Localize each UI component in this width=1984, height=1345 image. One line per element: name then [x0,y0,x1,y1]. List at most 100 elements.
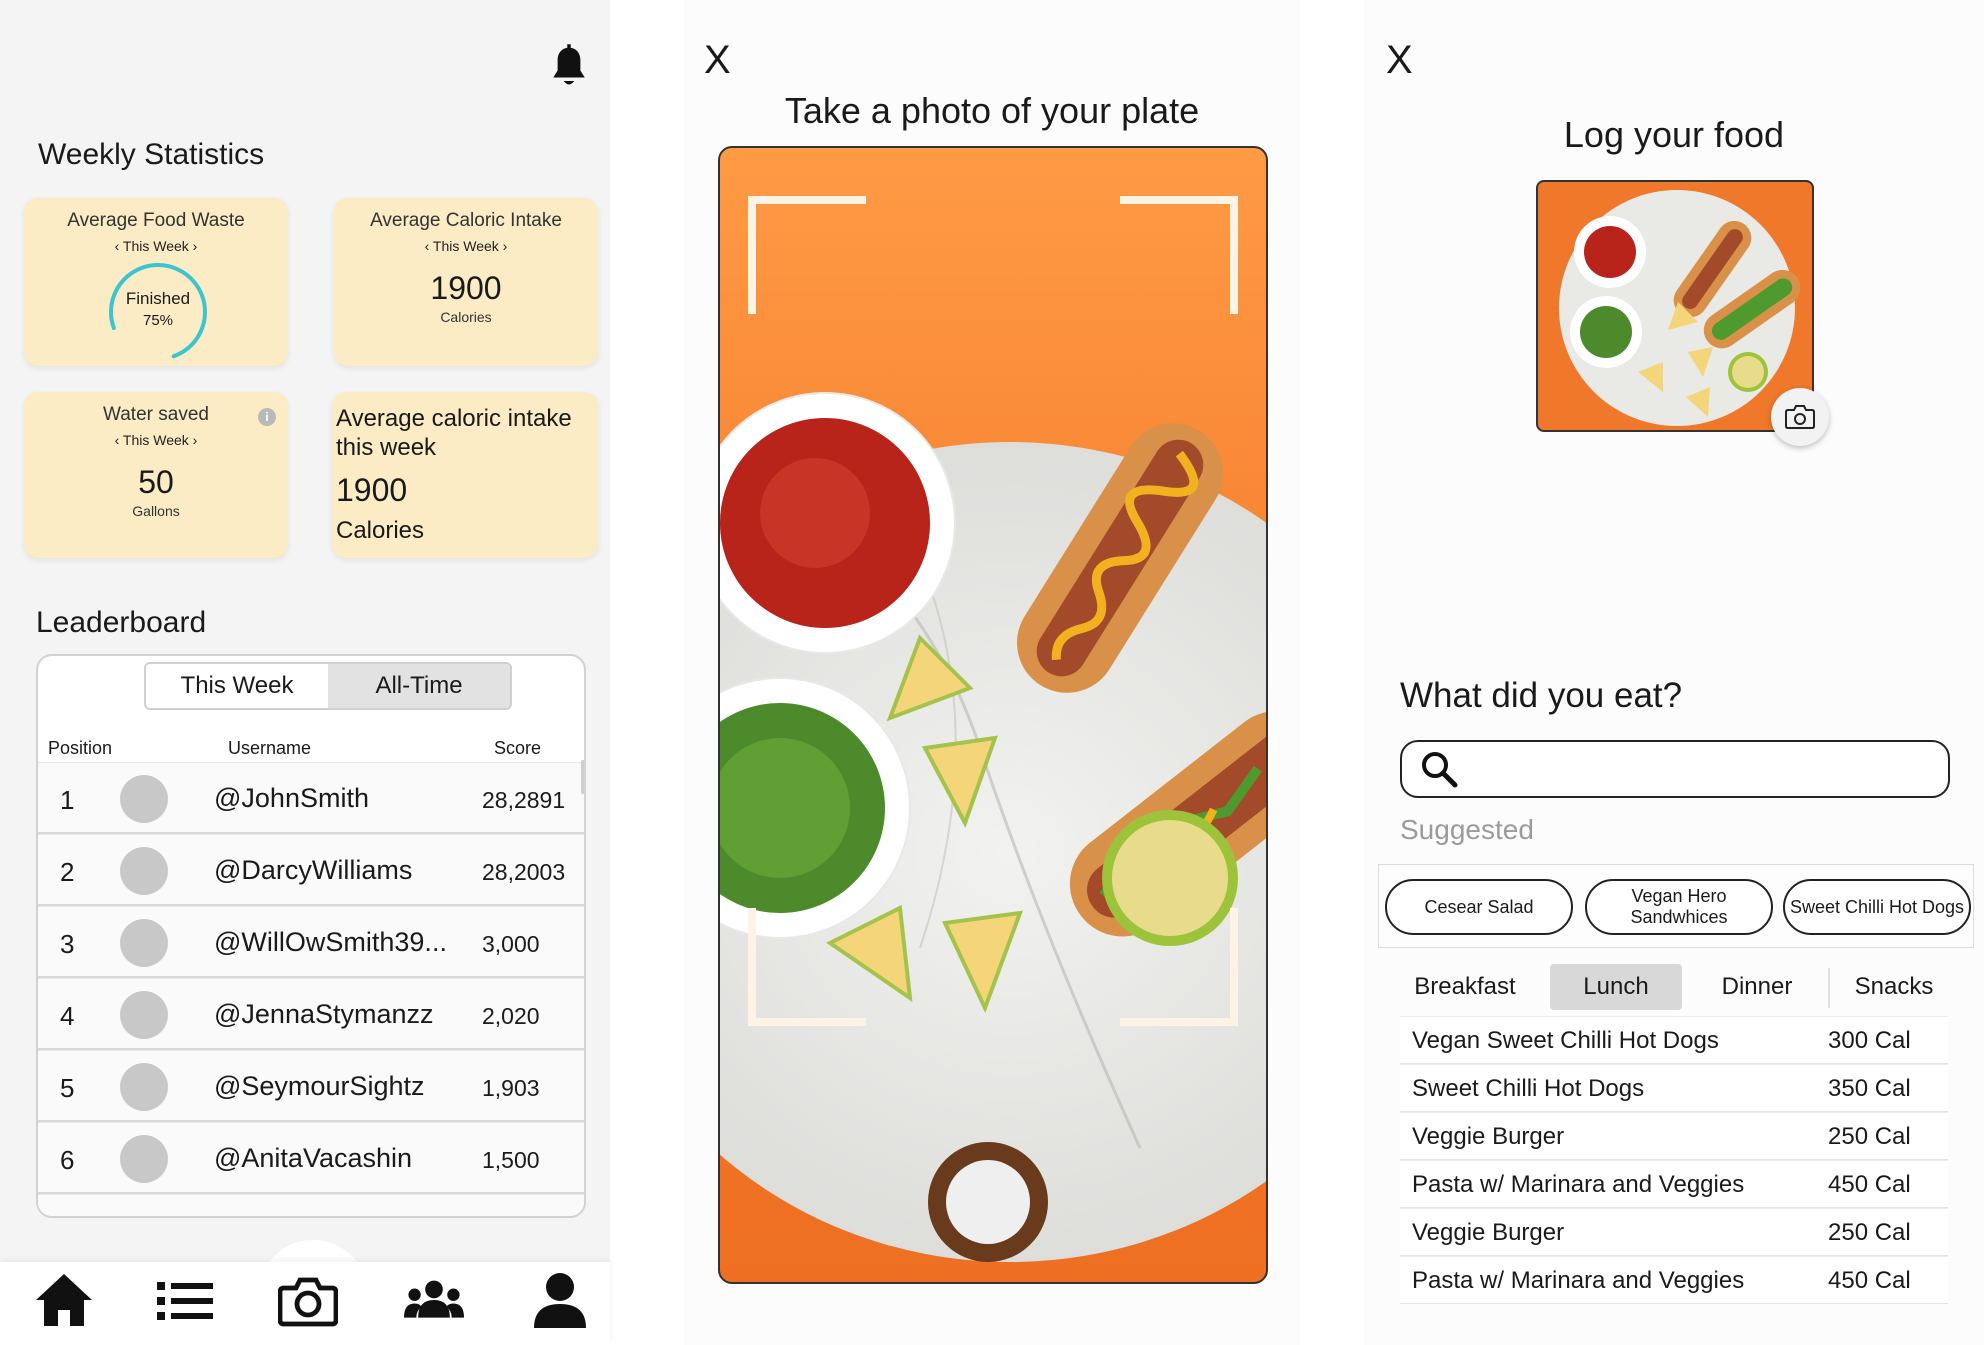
suggestion-chip[interactable]: Sweet Chilli Hot Dogs [1783,879,1971,935]
tab-breakfast[interactable]: Breakfast [1400,964,1530,1010]
list-item[interactable]: Vegan Sweet Chilli Hot Dogs 300 Cal [1400,1016,1948,1064]
ring-value: 75% [142,312,174,329]
frame-corner-bl [748,908,866,1026]
list-icon[interactable] [155,1272,215,1328]
page-title: Log your food [1563,114,1785,155]
question-heading: What did you eat? [1400,676,1683,715]
search-input[interactable] [1400,740,1950,798]
list-item[interactable]: Pasta w/ Marinara and Veggies 450 Cal [1400,1160,1948,1208]
table-row[interactable]: 6 @AnitaVacashin 1,500 [38,1122,584,1194]
camera-screen: X Take a photo of your plate [684,0,1300,1345]
page-title: Take a photo of your plate [784,90,1200,131]
row-username: @SeymourSightz [214,1071,425,1101]
row-username: @DarcyWilliams [214,855,413,885]
home-icon[interactable] [34,1272,94,1328]
row-score: 2,020 [482,1003,540,1029]
suggested-label: Suggested [1400,814,1534,845]
tab-snacks[interactable]: Snacks [1832,964,1956,1010]
log-food-screen: X Log your food What did you eat? Sugges… [1364,0,1984,1345]
caloric-summary-card[interactable]: Average caloric intake this week 1900 Ca… [332,392,598,558]
list-item[interactable]: Sweet Chilli Hot Dogs 350 Cal [1400,1064,1948,1112]
row-score: 3,000 [482,931,540,957]
row-username: @AnitaVacashin [214,1143,413,1173]
avatar [120,1135,168,1183]
food-calories: 250 Cal [1828,1219,1911,1246]
row-position: 3 [60,929,75,959]
table-row[interactable]: 1 @JohnSmith 28,2891 [38,762,584,834]
tab-this-week[interactable]: This Week [146,664,328,708]
tab-lunch[interactable]: Lunch [1550,964,1682,1010]
list-item[interactable]: Veggie Burger 250 Cal [1400,1112,1948,1160]
bell-icon[interactable] [548,44,590,90]
avatar [120,919,168,967]
shutter-button[interactable] [928,1142,1048,1262]
frame-corner-br [1120,908,1238,1026]
suggestion-chip[interactable]: Cesear Salad [1385,879,1573,935]
card-title: Average caloric intake this week [336,405,572,461]
food-calories: 450 Cal [1828,1267,1911,1294]
row-position: 6 [60,1145,75,1175]
card-title: Average Caloric Intake [370,210,562,231]
water-saved-card[interactable]: i Water saved ‹ This Week › 50 Gallons [24,392,288,558]
close-button[interactable]: X [1386,38,1413,83]
row-position: 2 [60,857,75,887]
tab-all-time[interactable]: All-Time [328,664,510,708]
row-score: 28,2891 [482,787,566,813]
row-score: 28,2003 [482,859,566,885]
retake-photo-button[interactable] [1771,388,1829,446]
water-unit: Gallons [132,503,180,519]
table-row[interactable]: 4 @JennaStymanzz 2,020 [38,978,584,1050]
calorie-value: 1900 [336,472,408,508]
frame-corner-tr [1120,196,1238,314]
list-item[interactable]: Pasta w/ Marinara and Veggies 450 Cal [1400,1256,1948,1304]
row-username: @WillOwSmith39... [214,927,447,957]
card-title: Water saved [103,404,209,425]
list-item[interactable]: Veggie Burger 250 Cal [1400,1208,1948,1256]
table-row[interactable]: 5 @SeymourSightz 1,903 [38,1050,584,1122]
week-selector[interactable]: ‹ This Week › [24,432,288,448]
info-icon[interactable]: i [258,408,276,426]
score-header: Score [494,738,542,758]
avatar [120,847,168,895]
search-icon [1422,752,1458,788]
food-waste-card[interactable]: Average Food Waste ‹ This Week › Finishe… [24,198,288,366]
dashboard-screen: Weekly Statistics Average Food Waste ‹ T… [0,0,610,1345]
camera-viewfinder[interactable] [718,146,1268,1284]
camera-icon [1785,405,1815,429]
table-row [38,1194,584,1216]
row-score: 1,500 [482,1147,540,1173]
food-name: Pasta w/ Marinara and Veggies [1412,1171,1745,1198]
food-name: Sweet Chilli Hot Dogs [1412,1075,1645,1102]
caloric-intake-card[interactable]: Average Caloric Intake ‹ This Week › 190… [334,198,598,366]
suggestion-chip[interactable]: Vegan Hero Sandwhices [1585,879,1773,935]
food-name: Veggie Burger [1412,1219,1565,1246]
week-selector[interactable]: ‹ This Week › [24,238,288,254]
leaderboard-toggle: This Week All-Time [144,662,512,710]
suggestion-chips: Cesear Salad Vegan Hero Sandwhices Sweet… [1378,864,1974,948]
leaderboard-rows: 1 @JohnSmith 28,2891 2 @DarcyWilliams 28… [38,762,584,1216]
table-row[interactable]: 3 @WillOwSmith39... 3,000 [38,906,584,978]
camera-icon[interactable] [278,1272,338,1328]
tab-dinner[interactable]: Dinner [1690,964,1824,1010]
food-calories: 350 Cal [1828,1075,1911,1102]
avatar [120,1063,168,1111]
leaderboard-title: Leaderboard [36,606,207,639]
profile-icon[interactable] [530,1272,590,1328]
calorie-unit: Calories [336,517,425,544]
water-value: 50 [138,464,174,500]
group-icon[interactable] [404,1272,464,1328]
close-button[interactable]: X [704,38,731,83]
scrollbar[interactable] [581,760,584,794]
week-selector[interactable]: ‹ This Week › [334,238,598,254]
avatar [120,991,168,1039]
row-position: 1 [60,785,75,815]
progress-ring: Finished 75% [104,258,212,366]
page-title: Weekly Statistics [38,138,265,171]
food-list: Vegan Sweet Chilli Hot Dogs 300 Cal Swee… [1400,1016,1948,1304]
food-calories: 300 Cal [1828,1027,1911,1054]
ring-label: Finished 75% [104,288,212,332]
table-row[interactable]: 2 @DarcyWilliams 28,2003 [38,834,584,906]
leaderboard-panel: This Week All-Time Position Username Sco… [36,654,586,1218]
calorie-value: 1900 [430,270,502,306]
food-calories: 450 Cal [1828,1171,1911,1198]
